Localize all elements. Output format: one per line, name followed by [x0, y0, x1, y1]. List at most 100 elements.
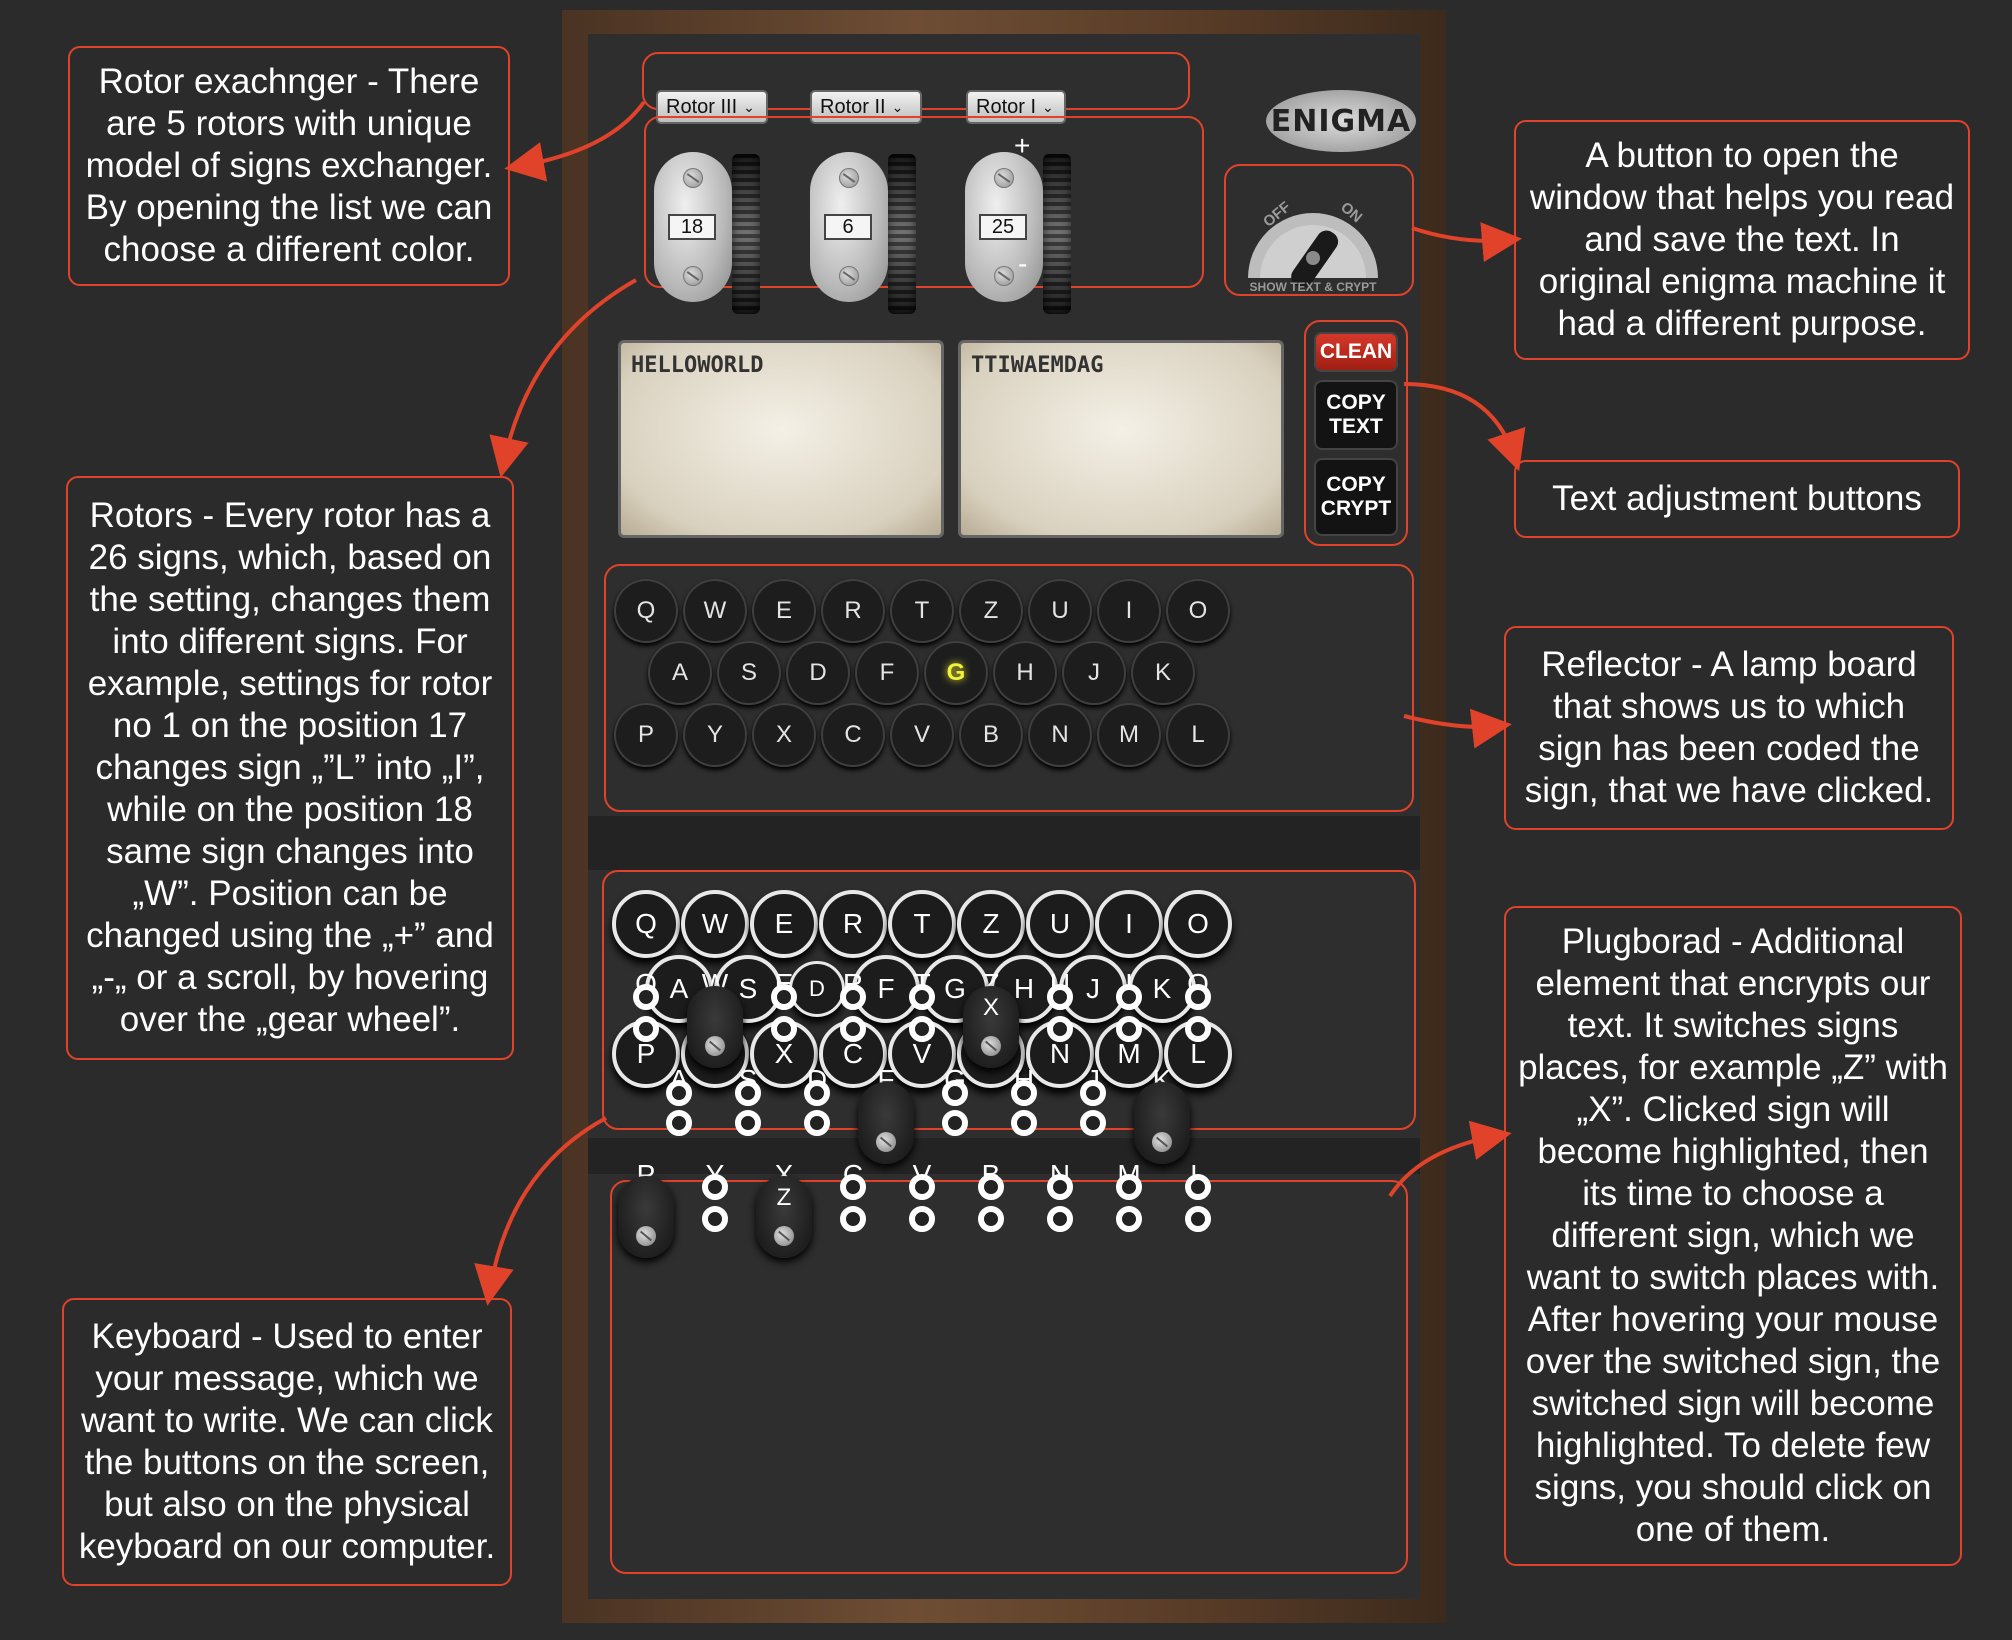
screw-icon: [636, 1226, 656, 1246]
annotation-rotor-exchanger: Rotor exachnger - There are 5 rotors wit…: [68, 46, 510, 286]
screw-icon: [994, 266, 1014, 286]
key-z[interactable]: Z: [957, 890, 1025, 958]
socket-o-top[interactable]: [1185, 984, 1211, 1010]
lamp-o: O: [1166, 579, 1230, 643]
socket-y-top[interactable]: [702, 1174, 728, 1200]
lamp-a: A: [648, 641, 712, 705]
socket-l-bottom[interactable]: [1185, 1206, 1211, 1232]
copy-text-button[interactable]: COPY TEXT: [1314, 380, 1398, 450]
socket-s-top[interactable]: [735, 1080, 761, 1106]
socket-g-bottom[interactable]: [942, 1110, 968, 1136]
lamp-j: J: [1062, 641, 1126, 705]
enigma-machine: Rotor III ⌄ Rotor II ⌄ Rotor I ⌄ 18 6 25 + - ENIG…: [562, 10, 1446, 1623]
lamp-k: K: [1131, 641, 1195, 705]
lamp-x: X: [752, 703, 816, 767]
socket-r-top[interactable]: [840, 984, 866, 1010]
socket-i-bottom[interactable]: [1116, 1016, 1142, 1042]
socket-i-top[interactable]: [1116, 984, 1142, 1010]
key-t[interactable]: T: [888, 890, 956, 958]
lamp-s: S: [717, 641, 781, 705]
socket-u-bottom[interactable]: [1047, 1016, 1073, 1042]
lamp-n: N: [1028, 703, 1092, 767]
socket-j-bottom[interactable]: [1080, 1110, 1106, 1136]
socket-y-bottom[interactable]: [702, 1206, 728, 1232]
lamp-h: H: [993, 641, 1057, 705]
socket-d-bottom[interactable]: [804, 1110, 830, 1136]
socket-n-top[interactable]: [1047, 1174, 1073, 1200]
socket-c-bottom[interactable]: [840, 1206, 866, 1232]
annotation-rotors: Rotors - Every rotor has a 26 signs, whi…: [66, 476, 514, 1060]
lamp-y: Y: [683, 703, 747, 767]
socket-q-top[interactable]: [633, 984, 659, 1010]
rotor-gear-wheel[interactable]: [1043, 154, 1071, 314]
socket-d-top[interactable]: [804, 1080, 830, 1106]
input-text-paper: HELLOWORLD: [618, 340, 944, 538]
socket-t-bottom[interactable]: [909, 1016, 935, 1042]
socket-a-bottom[interactable]: [666, 1110, 692, 1136]
switch-caption: SHOW TEXT & CRYPT: [1249, 280, 1377, 294]
lamp-i: I: [1097, 579, 1161, 643]
socket-v-top[interactable]: [909, 1174, 935, 1200]
key-w[interactable]: W: [681, 890, 749, 958]
socket-c-top[interactable]: [840, 1174, 866, 1200]
rotor-gear-wheel[interactable]: [732, 154, 760, 314]
key-r[interactable]: R: [819, 890, 887, 958]
annotation-text-buttons: Text adjustment buttons: [1514, 460, 1960, 538]
rotor-2[interactable]: 6: [810, 152, 888, 302]
lamp-b: B: [959, 703, 1023, 767]
socket-a-top[interactable]: [666, 1080, 692, 1106]
key-e[interactable]: E: [750, 890, 818, 958]
socket-g-top[interactable]: [942, 1080, 968, 1106]
plug-k[interactable]: [1134, 1082, 1190, 1164]
socket-h-bottom[interactable]: [1011, 1110, 1037, 1136]
annotation-show-button: A button to open the window that helps y…: [1514, 120, 1970, 360]
plug-partner-label: Z: [776, 1184, 792, 1211]
screw-icon: [839, 266, 859, 286]
socket-b-top[interactable]: [978, 1174, 1004, 1200]
key-q[interactable]: Q: [612, 890, 680, 958]
rotor-plus-button[interactable]: +: [1014, 130, 1030, 162]
lamp-d: D: [786, 641, 850, 705]
copy-crypt-button[interactable]: COPY CRYPT: [1314, 458, 1398, 536]
key-u[interactable]: U: [1026, 890, 1094, 958]
chevron-down-icon: ⌄: [891, 98, 904, 115]
rotor-1[interactable]: 18: [654, 152, 732, 302]
show-text-switch[interactable]: OFF ON SHOW TEXT & CRYPT: [1240, 178, 1386, 298]
plug-w[interactable]: [687, 986, 743, 1068]
socket-l-top[interactable]: [1185, 1174, 1211, 1200]
socket-n-bottom[interactable]: [1047, 1206, 1073, 1232]
socket-r-bottom[interactable]: [840, 1016, 866, 1042]
socket-v-bottom[interactable]: [909, 1206, 935, 1232]
plug-x[interactable]: Z: [756, 1176, 812, 1258]
socket-u-top[interactable]: [1047, 984, 1073, 1010]
socket-t-top[interactable]: [909, 984, 935, 1010]
socket-q-bottom[interactable]: [633, 1016, 659, 1042]
screw-icon: [774, 1226, 794, 1246]
socket-e-bottom[interactable]: [771, 1016, 797, 1042]
key-i[interactable]: I: [1095, 890, 1163, 958]
plug-z[interactable]: X: [963, 986, 1019, 1068]
annotation-reflector: Reflector - A lamp board that shows us t…: [1504, 626, 1954, 830]
lamp-f: F: [855, 641, 919, 705]
socket-s-bottom[interactable]: [735, 1110, 761, 1136]
socket-j-top[interactable]: [1080, 1080, 1106, 1106]
rotor-gear-wheel[interactable]: [888, 154, 916, 314]
rotor-3[interactable]: 25: [965, 152, 1043, 302]
lamp-c: C: [821, 703, 885, 767]
plug-p[interactable]: [618, 1176, 674, 1258]
screw-icon: [683, 266, 703, 286]
socket-b-bottom[interactable]: [978, 1206, 1004, 1232]
screw-icon: [839, 168, 859, 188]
socket-h-top[interactable]: [1011, 1080, 1037, 1106]
annotation-plugboard: Plugborad - Additional element that encr…: [1504, 906, 1962, 1566]
key-o[interactable]: O: [1164, 890, 1232, 958]
clean-button[interactable]: CLEAN: [1314, 332, 1398, 372]
lamp-r: R: [821, 579, 885, 643]
plug-f[interactable]: [858, 1082, 914, 1164]
socket-o-bottom[interactable]: [1185, 1016, 1211, 1042]
output-text-paper: TTIWAEMDAG: [958, 340, 1284, 538]
socket-m-bottom[interactable]: [1116, 1206, 1142, 1232]
rotor-minus-button[interactable]: -: [1018, 248, 1027, 280]
socket-e-top[interactable]: [771, 984, 797, 1010]
socket-m-top[interactable]: [1116, 1174, 1142, 1200]
